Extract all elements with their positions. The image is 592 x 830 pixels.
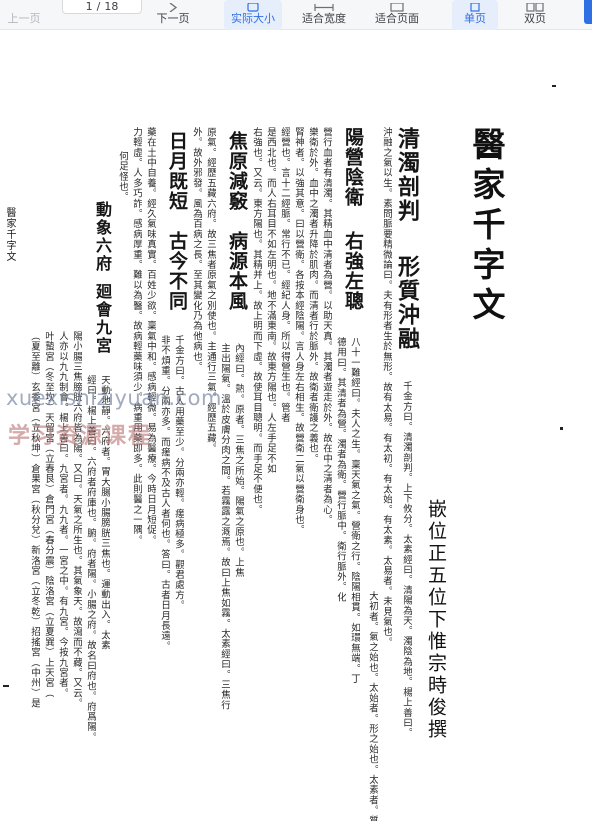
text-col-17: 非不煩重。分兩亦多。而瘥病不及古人者何也。答曰。古者日月長遠。 [159,335,170,652]
text-col-23: 陽小腸三焦膀胱六府皆為陽。又曰。天氣之所生也。其氣象天。故瀉而不藏。又云。 [71,331,82,709]
fit-page-icon [390,3,404,12]
actual-size-icon [247,3,259,12]
text-col-9: 經營也。言十二經脈。常行不已。經紀人身。所以得營生也。管者 [279,127,290,423]
text-col-4: 八十一難經曰。夫人之生。稟天氣之氣。營衛之行。陰陽相貫。如環無端。丁 [349,337,360,684]
fit-width-icon [314,4,334,11]
heading-12a: 焦原減竅 [226,131,248,211]
heading-16a: 日月既短 [166,131,188,211]
heading-1b: 形質沖融 [394,255,420,351]
fit-page-label: 适合页面 [375,12,419,25]
fit-width-button[interactable]: 适合宽度 [294,0,354,30]
text-col-20: 何足怪也。 [117,151,128,202]
text-col-19: 力輕虛。人多巧詐。感病厚重。難以為醫。故病輕藥味須少。病重用藥即多。此則醫之一隅… [131,127,142,546]
viewer-toolbar: 上一页 1 / 18 下一页 实际大小 适合宽度 适合页面 单页 双页 [0,0,592,30]
text-col-7: 樂衛於外。血中之濁者升降於肌肉。而清者行於脈外。故衛者衛護之義也。 [307,127,318,464]
text-col-5: 德用曰。其清者為營。濁者為衛。營行脈中。衛行脈外。化 [335,337,346,603]
text-col-11: 右強也。又云。東方陽也。其精并上。故上明而下虛。故使耳目聰明。而手足不便也。 [251,127,262,515]
text-col-13: 主出陽氣。溫於皮膚分肉之間。若霧露之溉焉。故曰上焦如霧。太素經曰。三焦行 [219,343,230,711]
double-page-label: 双页 [524,12,546,25]
text-col-15: 外。故外邪發。風為百病之長。至其變化乃為他病也。 [191,127,202,372]
single-page-label: 单页 [464,12,486,25]
text-col-21: 天動地靜。六府者。胃大腸小腸膀胱三焦也。運動出入。太素 [99,375,110,651]
document-byline: 嵌位正五位下惟宗時俊撰 [425,499,447,741]
double-page-button[interactable]: 双页 [512,0,558,30]
page-total: 18 [104,0,119,13]
actual-size-label: 实际大小 [231,12,275,25]
next-page-label: 下一页 [156,12,190,25]
heading-12b: 病源本風 [226,231,248,311]
double-page-icon [526,3,544,12]
scan-speck [560,427,563,430]
fit-width-label: 适合宽度 [302,12,346,25]
page-indicator[interactable]: 1 / 18 [62,0,142,14]
page-separator: / [96,0,101,13]
page-running-title: 醫家千字文 [4,207,15,262]
actual-size-button[interactable]: 实际大小 [224,0,282,30]
heading-1a: 清濁剖判 [394,127,420,223]
document-title: 醫家千字文 [467,127,506,327]
single-page-icon [470,3,480,12]
fit-page-button[interactable]: 适合页面 [366,0,428,30]
text-col-25: 叶蟄宮（冬至坎）天留宮（立春艮）倉門宮（春分震）陰洛宮（立夏巽）上天宮（ [43,331,54,699]
text-col-24: 人亦以九九制會。楊上善曰。九宮者。九九者。一宮之中。有九宮。今按九宮者。 [57,331,68,699]
heading-4b: 右強左聰 [342,231,364,311]
single-page-button[interactable]: 单页 [452,0,498,30]
text-col-26: （夏至離）玄委宮（立秋坤）倉果宮（秋分兌）新洛宮（立冬乾）招搖宮（中州）是 [29,331,40,709]
next-page-button[interactable]: 下一页 [150,0,196,30]
scan-speck [3,685,9,687]
text-col-14: 原氣。經歷五藏六府。故三焦者原氣之別使也。主通行三氣。經歷五藏。 [205,127,216,454]
text-col-3: 大初者。氣之始也。太始者。形之始也。太素者。質之始也。 [367,591,378,821]
text-col-1: 千金方曰。清濁剖判。上下攸分。太素經曰。清陽為天。濁陰為地。楊上善曰。 [401,381,412,738]
text-col-10: 是西北也。而人右耳目不如左明也。地不滿東南。故東方陽也。人左手足不如 [265,127,276,474]
document-page: 醫家千字文 嵌位正五位下惟宗時俊撰 清濁剖判 形質沖融 千金方曰。清濁剖判。上下… [0,31,592,830]
scan-speck [552,85,556,87]
text-col-22: 經曰。楊上善曰。六府者府庫也。腑。府者陽。小腸之府。故名曰府也。府爲陽。 [85,375,96,743]
heading-16b: 古今不同 [166,231,188,311]
heading-21a: 動象六府 [93,201,112,273]
text-col-16: 千金方曰。古人用藥至少。分兩亦輕。瘥病極多。觀君處方。 [173,335,184,611]
chevron-right-icon [169,3,178,12]
prev-page-button[interactable]: 上一页 [4,0,44,30]
sidebar-toggle-button[interactable] [584,0,592,24]
prev-page-label: 上一页 [7,12,41,25]
text-col-6: 營行血者有清濁。其精血中清者為營。以助天真。其濁者遊走於外。故在中之清者為心。 [321,127,332,525]
page-current-field[interactable]: 1 [86,0,93,13]
text-col-12: 內經曰。熱。原者。三焦之所始。陽氣之原也。上焦 [233,343,244,578]
text-col-18: 藥在土中自養。經久氣味真實。百姓少欲。稟氣中和。感病輕微。易為醫療。今時日月短促… [145,127,156,546]
heading-4a: 陽營陰衛 [342,127,364,207]
text-col-8: 腎神者。以強其意。曰以營衛。各按本經陰陽。言人身左右相生。故營衛二氣以營衛身也。 [293,127,304,535]
heading-21b: 廻會九宮 [93,283,112,355]
text-col-2: 沖融之氣以生。素問脈要精微論曰。夫有形者生於無形。故有太易。有太初。有太始。有太… [381,127,392,648]
